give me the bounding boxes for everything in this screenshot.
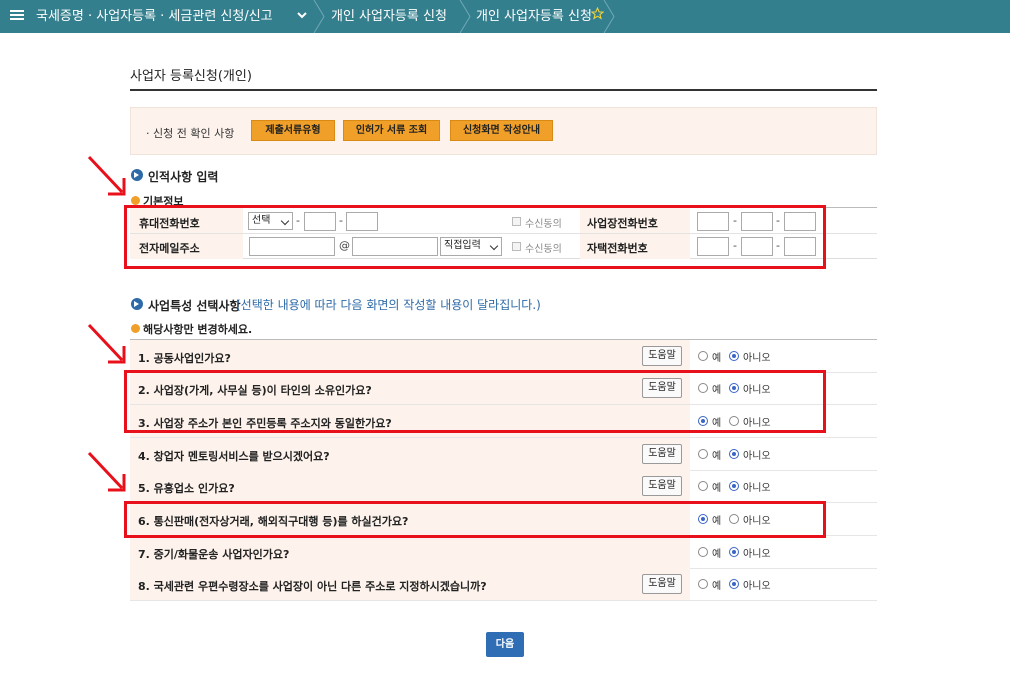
question-row: 7. 중기/화물운송 사업자인가요? 예 아니오 bbox=[130, 536, 877, 569]
no-label: 아니오 bbox=[743, 353, 771, 364]
breadcrumb-separator-icon bbox=[313, 0, 325, 33]
question-row: 1. 공동사업인가요? 도움말 예 아니오 bbox=[130, 340, 877, 373]
yes-label: 예 bbox=[712, 353, 722, 364]
question-cell: 7. 중기/화물운송 사업자인가요? bbox=[130, 536, 690, 568]
question-text: 4. 창업자 멘토링서비스를 받으시겠어요? bbox=[138, 450, 330, 463]
highlight-box-q6 bbox=[124, 501, 826, 538]
no-radio[interactable] bbox=[729, 481, 739, 491]
top-nav-bar: 국세증명 · 사업자등록 · 세금관련 신청/신고 개인 사업자등록 신청 개인… bbox=[0, 0, 1010, 33]
question-cell: 5. 유흥업소 인가요? 도움말 bbox=[130, 470, 690, 502]
business-section-title: 사업특성 선택사항 bbox=[148, 299, 241, 313]
question-row: 4. 창업자 멘토링서비스를 받으시겠어요? 도움말 예 아니오 bbox=[130, 438, 877, 471]
pre-check-label: · 신청 전 확인 사항 bbox=[146, 127, 235, 140]
business-section-note: (선택한 내용에 따라 다음 화면의 작성할 내용이 달라집니다.) bbox=[236, 298, 541, 312]
arrow-icon bbox=[87, 323, 126, 364]
section-bullet-icon bbox=[131, 298, 143, 310]
permit-lookup-button[interactable]: 인허가 서류 조회 bbox=[343, 120, 440, 141]
breadcrumb-menu[interactable]: 개인 사업자등록 신청 bbox=[331, 0, 447, 33]
question-cell: 4. 창업자 멘토링서비스를 받으시겠어요? 도움말 bbox=[130, 438, 690, 470]
yes-label: 예 bbox=[712, 549, 722, 560]
breadcrumb-category[interactable]: 국세증명 · 사업자등록 · 세금관련 신청/신고 bbox=[36, 0, 273, 33]
help-button[interactable]: 도움말 bbox=[642, 574, 682, 594]
yes-label: 예 bbox=[712, 451, 722, 462]
highlight-box-q2-q3 bbox=[124, 370, 826, 433]
yes-radio[interactable] bbox=[698, 481, 708, 491]
yes-label: 예 bbox=[712, 483, 722, 494]
chevron-down-icon[interactable] bbox=[296, 9, 308, 21]
breadcrumb-separator-icon bbox=[603, 0, 615, 33]
no-radio[interactable] bbox=[729, 579, 739, 589]
no-label: 아니오 bbox=[743, 451, 771, 462]
question-text: 1. 공동사업인가요? bbox=[138, 352, 231, 365]
section-bullet-icon bbox=[131, 169, 143, 181]
highlight-box-contact bbox=[124, 205, 826, 269]
no-label: 아니오 bbox=[743, 581, 771, 592]
no-radio[interactable] bbox=[729, 547, 739, 557]
document-type-button[interactable]: 제출서류유형 bbox=[251, 120, 335, 141]
help-button[interactable]: 도움말 bbox=[642, 476, 682, 496]
yes-radio[interactable] bbox=[698, 547, 708, 557]
question-cell: 8. 국세관련 우편수령장소를 사업장이 아닌 다른 주소로 지정하시겠습니까?… bbox=[130, 568, 690, 600]
sub-bullet-icon bbox=[131, 196, 140, 205]
arrow-icon bbox=[87, 451, 126, 492]
help-button[interactable]: 도움말 bbox=[642, 444, 682, 464]
page-title: 사업자 등록신청(개인) bbox=[130, 69, 252, 84]
no-label: 아니오 bbox=[743, 549, 771, 560]
sub-bullet-icon bbox=[131, 324, 140, 333]
question-row: 8. 국세관련 우편수령장소를 사업장이 아닌 다른 주소로 지정하시겠습니까?… bbox=[130, 568, 877, 601]
next-button[interactable]: 다음 bbox=[486, 632, 524, 657]
yes-label: 예 bbox=[712, 581, 722, 592]
question-text: 7. 중기/화물운송 사업자인가요? bbox=[138, 548, 290, 561]
input-guide-button[interactable]: 신청화면 작성안내 bbox=[450, 120, 553, 141]
question-text: 8. 국세관련 우편수령장소를 사업장이 아닌 다른 주소로 지정하시겠습니까? bbox=[138, 580, 487, 593]
yes-radio[interactable] bbox=[698, 579, 708, 589]
question-row: 5. 유흥업소 인가요? 도움말 예 아니오 bbox=[130, 470, 877, 503]
yes-radio[interactable] bbox=[698, 449, 708, 459]
breadcrumb-current: 개인 사업자등록 신청 bbox=[476, 9, 592, 24]
question-text: 5. 유흥업소 인가요? bbox=[138, 482, 235, 495]
no-label: 아니오 bbox=[743, 483, 771, 494]
title-divider bbox=[130, 89, 877, 91]
change-only-note: 해당사항만 변경하세요. bbox=[143, 323, 253, 336]
personal-section-title: 인적사항 입력 bbox=[148, 170, 219, 184]
breadcrumb-separator-icon bbox=[459, 0, 471, 33]
yes-radio[interactable] bbox=[698, 351, 708, 361]
help-button[interactable]: 도움말 bbox=[642, 346, 682, 366]
no-radio[interactable] bbox=[729, 449, 739, 459]
question-cell: 1. 공동사업인가요? 도움말 bbox=[130, 340, 690, 372]
arrow-icon bbox=[87, 155, 126, 196]
no-radio[interactable] bbox=[729, 351, 739, 361]
hamburger-icon[interactable] bbox=[10, 8, 24, 22]
